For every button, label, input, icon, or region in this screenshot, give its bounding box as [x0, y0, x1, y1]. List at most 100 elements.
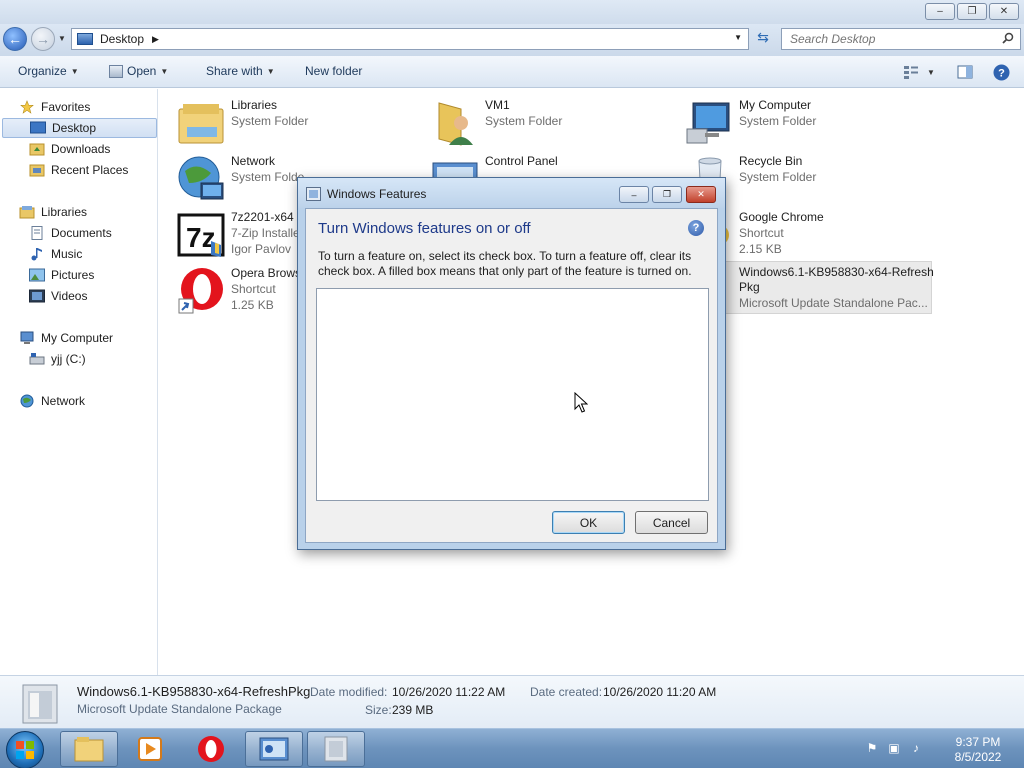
file-name: VM1: [485, 98, 510, 112]
dialog-minimize-button[interactable]: –: [619, 186, 649, 203]
documents-icon: [31, 226, 43, 240]
file-my-computer[interactable]: My Computer System Folder: [667, 95, 917, 147]
libraries-folder-icon: [178, 104, 224, 144]
taskbar-explorer[interactable]: [60, 731, 118, 767]
network-icon: [20, 394, 34, 408]
nav-documents[interactable]: Documents: [29, 223, 112, 243]
help-icon: ?: [993, 64, 1009, 80]
file-company: Igor Pavlov: [231, 242, 292, 256]
svg-text:?: ?: [998, 67, 1005, 79]
breadcrumb-chevron-icon[interactable]: ▶: [152, 34, 159, 45]
network-globe-icon: [178, 156, 224, 200]
refresh-button[interactable]: ⇆: [752, 29, 774, 49]
nav-drive-label: yjj (C:): [51, 352, 86, 366]
date-modified-label: Date modified:: [310, 685, 388, 699]
dialog-titlebar[interactable]: Windows Features – ❐ ✕: [298, 178, 725, 208]
nav-music[interactable]: Music: [29, 244, 82, 264]
forward-button[interactable]: →: [31, 27, 55, 51]
start-button[interactable]: [6, 731, 44, 768]
view-options-icon: [904, 66, 919, 79]
nav-drive-c[interactable]: yjj (C:): [29, 349, 86, 369]
back-button[interactable]: ←: [3, 27, 27, 51]
features-list[interactable]: [316, 288, 709, 501]
organize-label: Organize: [18, 64, 67, 78]
nav-desktop-label: Desktop: [52, 121, 97, 135]
restore-button[interactable]: ❐: [957, 3, 987, 20]
nav-videos-label: Videos: [51, 289, 88, 303]
user-folder-icon: [438, 102, 473, 146]
clock-date: 8/5/2022: [954, 750, 1002, 764]
nav-music-label: Music: [51, 247, 83, 261]
open-label: Open: [127, 64, 157, 78]
recent-places-icon: [29, 164, 45, 177]
nav-pictures-label: Pictures: [51, 268, 95, 282]
recent-pages-dropdown[interactable]: ▼: [58, 34, 66, 43]
file-libraries[interactable]: Libraries System Folder: [159, 95, 409, 147]
dialog-close-button[interactable]: ✕: [686, 186, 716, 203]
taskbar-update-package[interactable]: [307, 731, 365, 767]
new-folder-button[interactable]: New folder: [305, 64, 362, 78]
update-package-icon: [324, 736, 348, 762]
file-type: System Folder: [231, 114, 309, 128]
network-status-icon[interactable]: ▣: [886, 740, 902, 756]
open-icon: [109, 64, 123, 78]
dialog-maximize-button[interactable]: ❐: [652, 186, 682, 203]
close-button[interactable]: ✕: [989, 3, 1019, 20]
help-icon[interactable]: ?: [688, 220, 704, 236]
preview-pane-button[interactable]: [955, 63, 975, 81]
navigation-pane: Favorites Desktop Downloads Recent Place…: [0, 89, 158, 675]
nav-videos[interactable]: Videos: [29, 286, 87, 306]
nav-downloads[interactable]: Downloads: [29, 139, 110, 159]
file-description: 7-Zip Installe: [231, 226, 300, 240]
nav-libraries[interactable]: Libraries: [19, 202, 87, 222]
search-icon[interactable]: [1002, 32, 1014, 44]
nav-favorites[interactable]: Favorites: [19, 97, 90, 117]
libraries-icon: [19, 206, 35, 219]
ok-button[interactable]: OK: [552, 511, 625, 534]
address-bar[interactable]: Desktop ▶ ▼: [71, 28, 749, 50]
taskbar-media-player[interactable]: [121, 731, 179, 767]
media-player-icon: [138, 737, 162, 761]
nav-favorites-label: Favorites: [41, 100, 91, 114]
opera-icon: [198, 736, 224, 762]
nav-my-computer[interactable]: My Computer: [19, 328, 113, 348]
chevron-down-icon: ▼: [70, 66, 79, 76]
size-label: Size:: [365, 703, 392, 717]
breadcrumb-desktop[interactable]: Desktop: [100, 32, 144, 46]
cancel-button[interactable]: Cancel: [635, 511, 708, 534]
minimize-button[interactable]: –: [925, 3, 955, 20]
help-button[interactable]: ?: [991, 63, 1011, 81]
search-input[interactable]: [782, 29, 992, 49]
windows-logo-icon: [16, 741, 34, 759]
open-menu[interactable]: Open ▼: [109, 64, 168, 78]
volume-icon[interactable]: ♪: [908, 740, 924, 756]
address-dropdown-icon[interactable]: ▼: [734, 33, 742, 42]
file-type: System Folder: [739, 170, 817, 184]
7zip-icon: 7z: [177, 213, 225, 257]
change-view-button[interactable]: ▼: [900, 63, 938, 81]
file-size: 1.25 KB: [231, 298, 274, 312]
nav-pictures[interactable]: Pictures: [29, 265, 94, 285]
file-vm1[interactable]: VM1 System Folder: [413, 95, 663, 147]
update-package-icon: [22, 684, 58, 724]
hard-drive-icon: [29, 353, 45, 365]
organize-menu[interactable]: Organize ▼: [18, 64, 79, 78]
nav-desktop[interactable]: Desktop: [2, 118, 157, 138]
videos-icon: [29, 289, 45, 303]
nav-recent-places-label: Recent Places: [51, 163, 129, 177]
file-name: My Computer: [739, 98, 812, 112]
nav-recent-places[interactable]: Recent Places: [29, 160, 128, 180]
windows-features-icon: [306, 187, 321, 201]
taskbar-opera[interactable]: [182, 731, 240, 767]
taskbar-windows-features[interactable]: [245, 731, 303, 767]
nav-network[interactable]: Network: [19, 391, 85, 411]
file-name: Google Chrome: [739, 210, 824, 224]
share-with-menu[interactable]: Share with ▼: [206, 64, 275, 78]
file-kb958830-package[interactable]: Windows6.1-KB958830-x64-Refresh Pkg Micr…: [725, 261, 934, 314]
action-center-icon[interactable]: ⚑: [864, 740, 880, 756]
downloads-folder-icon: [29, 143, 45, 156]
clock[interactable]: 9:37 PM 8/5/2022: [940, 735, 1016, 765]
system-tray: ⚑ ▣ ♪: [864, 740, 924, 756]
desktop-icon: [30, 121, 46, 134]
pictures-icon: [29, 268, 45, 282]
